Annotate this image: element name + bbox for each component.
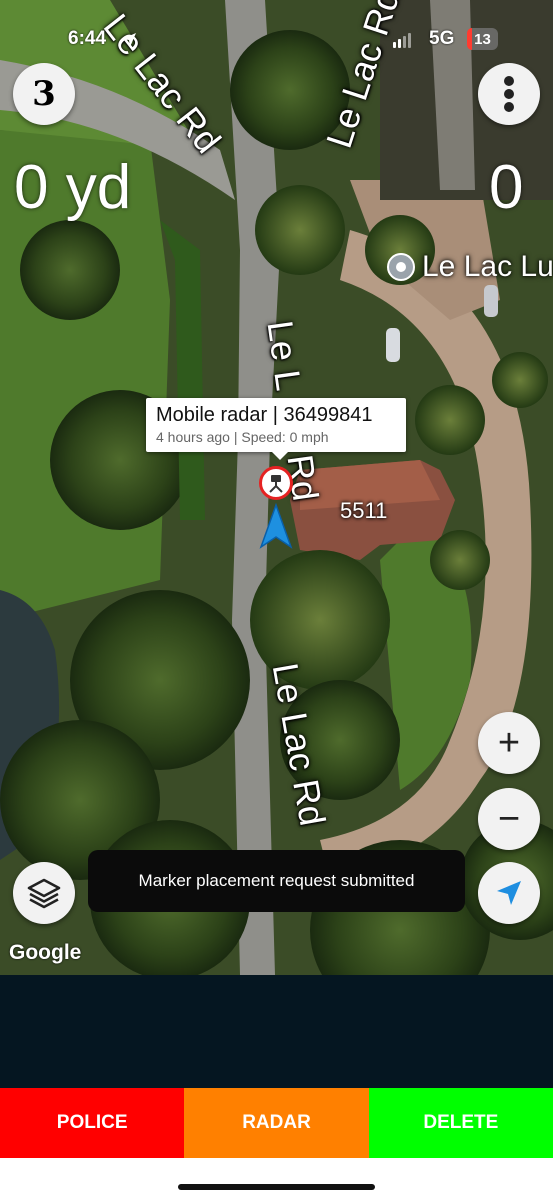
zoom-out-label: − — [497, 798, 521, 840]
menu-button[interactable] — [478, 63, 540, 125]
signal-icon — [393, 33, 411, 48]
zoom-in-button[interactable]: + — [478, 712, 540, 774]
police-label: POLICE — [56, 1112, 128, 1133]
delete-button[interactable]: DELETE — [368, 1088, 553, 1158]
layers-icon — [27, 878, 61, 909]
more-vertical-icon — [504, 76, 514, 112]
distance-left: 0 yd — [14, 153, 132, 222]
status-time: 6:44 — [68, 28, 107, 49]
distance-right: 0 — [489, 153, 524, 222]
location-services-icon — [122, 33, 136, 47]
place-label: Le Lac Lu — [422, 250, 553, 283]
navigation-arrow-icon — [497, 881, 521, 905]
delete-label: DELETE — [423, 1112, 499, 1133]
marker-info-popup[interactable]: Mobile radar | 36499841 4 hours ago | Sp… — [146, 398, 406, 460]
battery-level: 13 — [474, 30, 491, 48]
map-view[interactable]: Le Lac Rd Le Lac Rd Le L Rd Le Lac Rd Le… — [0, 0, 553, 975]
recenter-button[interactable] — [478, 862, 540, 924]
toast-text: Marker placement request submitted — [138, 871, 415, 890]
google-logo: Google — [9, 941, 82, 964]
radar-button[interactable]: RADAR — [184, 1088, 369, 1158]
place-marker[interactable]: Le Lac Lu — [386, 250, 553, 286]
zoom-out-button[interactable]: − — [478, 788, 540, 850]
speed-limit-button[interactable]: 3 — [13, 63, 75, 125]
battery-icon: 13 — [467, 28, 498, 50]
home-area — [0, 1158, 553, 1200]
popup-title: Mobile radar | 36499841 — [156, 404, 373, 426]
action-buttons: POLICE RADAR DELETE — [0, 1088, 553, 1158]
radar-label: RADAR — [242, 1112, 311, 1133]
police-button[interactable]: POLICE — [0, 1088, 185, 1158]
popup-subtitle: 4 hours ago | Speed: 0 mph — [156, 429, 329, 445]
network-type: 5G — [429, 28, 455, 49]
bottom-panel — [0, 975, 553, 1088]
home-indicator[interactable] — [178, 1184, 375, 1190]
speed-limit-value: 3 — [32, 74, 56, 114]
toast-message: Marker placement request submitted — [88, 850, 465, 912]
address-label: 5511 — [340, 498, 388, 523]
map-pin-icon — [387, 253, 415, 281]
radar-marker[interactable] — [259, 466, 293, 500]
location-arrow-icon — [259, 503, 293, 549]
zoom-in-label: + — [497, 722, 521, 764]
layers-button[interactable] — [13, 862, 75, 924]
speed-camera-icon — [269, 475, 283, 493]
